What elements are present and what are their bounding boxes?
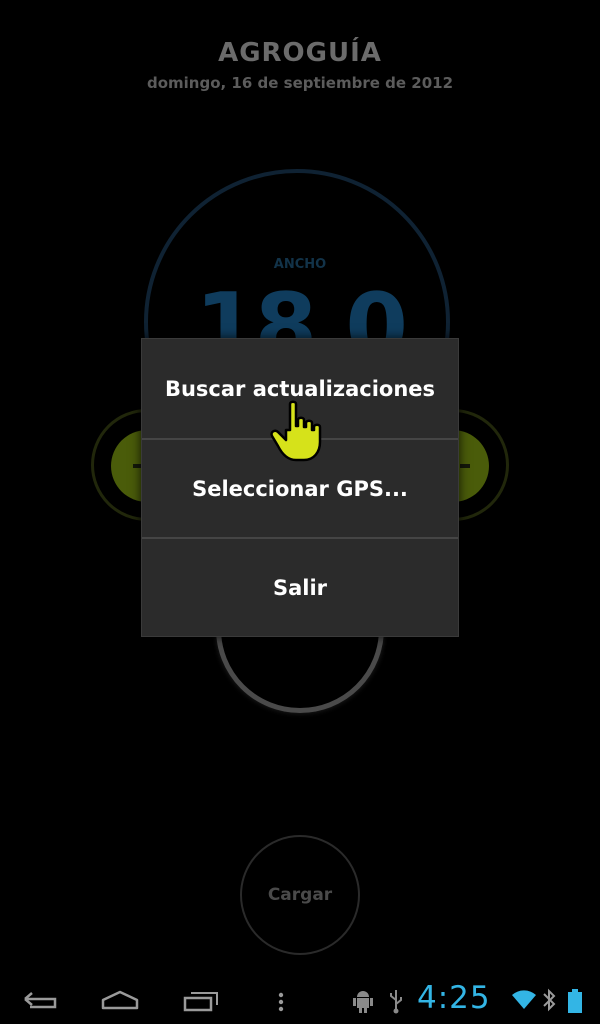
plus-icon (460, 464, 470, 468)
back-icon[interactable] (22, 992, 58, 1010)
hand-pointer-icon (270, 400, 322, 462)
battery-icon (568, 989, 582, 1013)
bluetooth-icon (543, 988, 556, 1012)
options-menu: Buscar actualizaciones Seleccionar GPS..… (141, 338, 459, 637)
menu-icon[interactable] (278, 992, 284, 1012)
system-navigation-bar (0, 976, 600, 1024)
menu-item-exit[interactable]: Salir (142, 537, 458, 636)
app-title: AGROGUÍA (218, 38, 382, 68)
home-icon[interactable] (101, 990, 139, 1010)
dial-label: ANCHO (273, 257, 327, 272)
recent-apps-icon[interactable] (183, 990, 219, 1012)
usb-icon (390, 990, 402, 1014)
app-screen: AGROGUÍA domingo, 16 de septiembre de 20… (0, 0, 600, 1024)
clock: 4:25 (417, 980, 491, 1016)
android-debug-icon (353, 991, 373, 1013)
wifi-icon (512, 990, 536, 1009)
app-date: domingo, 16 de septiembre de 2012 (146, 74, 454, 92)
cargar-button[interactable]: Cargar (240, 835, 360, 955)
